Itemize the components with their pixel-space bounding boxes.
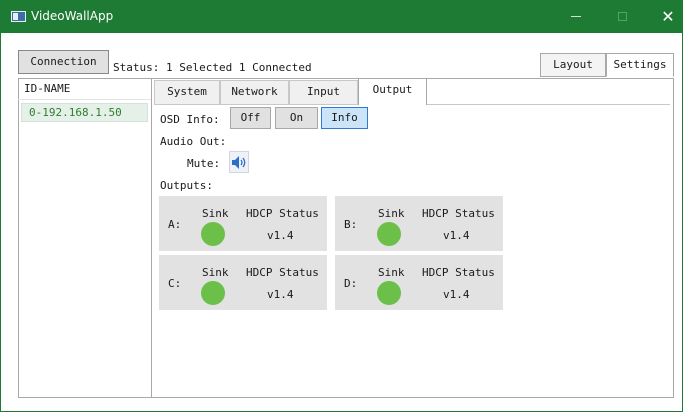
sink-label: Sink — [378, 207, 405, 220]
sink-label: Sink — [378, 266, 405, 279]
device-list: ID-NAME 0-192.168.1.50 — [18, 78, 152, 398]
hdcp-status-label: HDCP Status — [246, 207, 319, 220]
settings-button[interactable]: Settings — [606, 53, 674, 77]
output-card-d: D: Sink HDCP Status v1.4 — [335, 255, 503, 310]
window-title: VideoWallApp — [31, 9, 114, 23]
device-list-item[interactable]: 0-192.168.1.50 — [21, 103, 148, 122]
mute-label: Mute: — [187, 157, 221, 170]
app-window: VideoWallApp ✕ Connection Status: 1 Sele… — [0, 0, 683, 412]
app-icon — [11, 11, 26, 22]
sink-status-indicator — [377, 222, 401, 246]
sink-label: Sink — [202, 207, 229, 220]
close-icon: ✕ — [661, 7, 675, 26]
sink-status-indicator — [377, 281, 401, 305]
audio-out-label: Audio Out: — [160, 135, 227, 148]
osd-info-label: OSD Info: — [160, 113, 220, 126]
hdcp-status-label: HDCP Status — [246, 266, 319, 279]
osd-info-button[interactable]: Info — [321, 107, 368, 129]
output-card-c: C: Sink HDCP Status v1.4 — [159, 255, 327, 310]
hdcp-version: v1.4 — [267, 229, 294, 242]
device-list-header[interactable]: ID-NAME — [18, 78, 151, 100]
tab-network[interactable]: Network — [220, 80, 289, 104]
hdcp-status-label: HDCP Status — [422, 207, 495, 220]
tab-system[interactable]: System — [154, 80, 220, 104]
output-letter: C: — [168, 277, 182, 290]
output-card-b: B: Sink HDCP Status v1.4 — [335, 196, 503, 251]
tab-input[interactable]: Input — [289, 80, 358, 104]
output-card-a: A: Sink HDCP Status v1.4 — [159, 196, 327, 251]
output-letter: A: — [168, 218, 182, 231]
output-letter: D: — [344, 277, 358, 290]
minimize-icon — [571, 15, 581, 17]
status-text: Status: 1 Selected 1 Connected — [113, 61, 312, 74]
mute-button[interactable] — [229, 151, 249, 173]
hdcp-version: v1.4 — [443, 229, 470, 242]
hdcp-status-label: HDCP Status — [422, 266, 495, 279]
connection-button[interactable]: Connection — [18, 50, 109, 74]
hdcp-version: v1.4 — [267, 288, 294, 301]
outputs-label: Outputs: — [160, 179, 213, 192]
osd-off-button[interactable]: Off — [230, 107, 271, 129]
minimize-button[interactable] — [553, 0, 599, 33]
sink-label: Sink — [202, 266, 229, 279]
hdcp-version: v1.4 — [443, 288, 470, 301]
maximize-button[interactable] — [599, 0, 645, 33]
sink-status-indicator — [201, 281, 225, 305]
sink-status-indicator — [201, 222, 225, 246]
close-button[interactable]: ✕ — [645, 0, 683, 33]
layout-button[interactable]: Layout — [540, 53, 606, 77]
maximize-icon — [617, 11, 627, 21]
speaker-icon — [232, 156, 246, 169]
title-bar[interactable]: VideoWallApp ✕ — [1, 0, 683, 33]
output-letter: B: — [344, 218, 358, 231]
osd-on-button[interactable]: On — [275, 107, 318, 129]
tab-output[interactable]: Output — [358, 78, 427, 105]
